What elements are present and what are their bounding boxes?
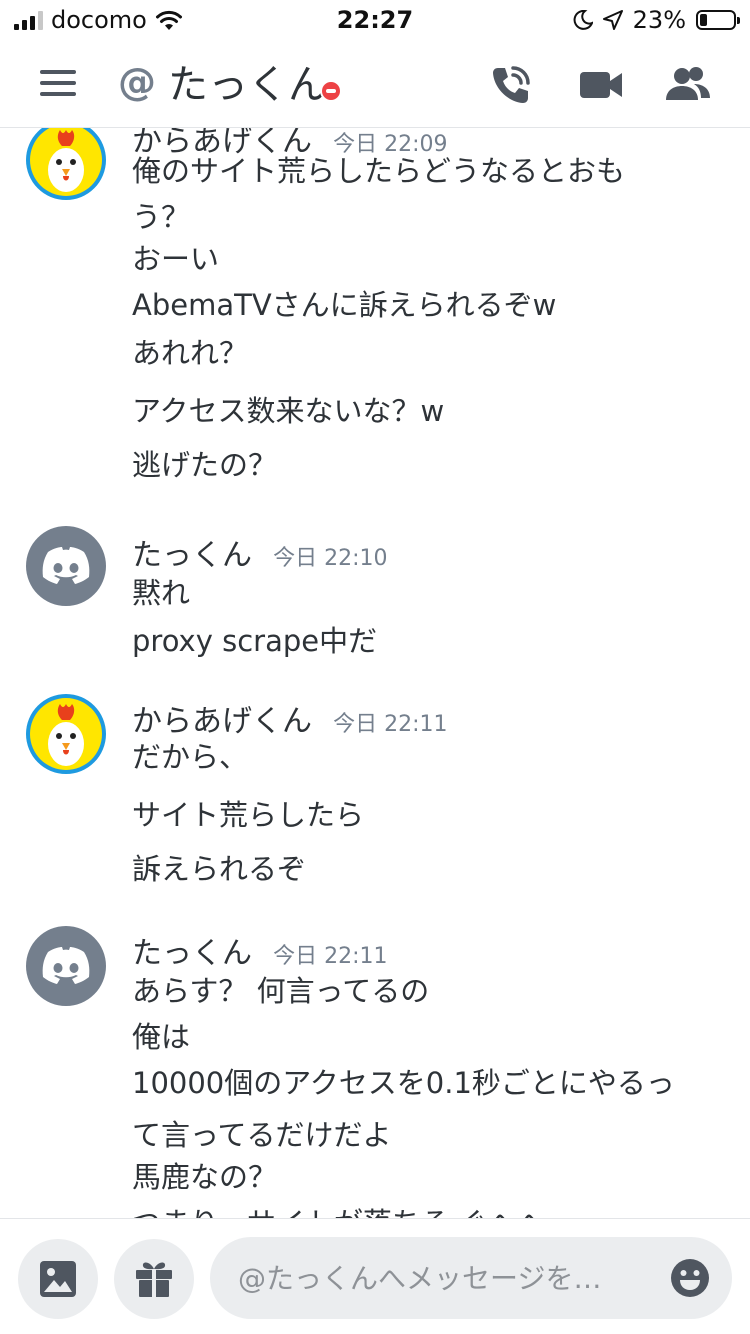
- at-icon: @: [118, 60, 156, 104]
- timestamp: 今日 22:11: [273, 944, 388, 969]
- message-text: だから、: [132, 740, 249, 774]
- moon-icon: [573, 10, 593, 30]
- channel-title: たっくん: [168, 62, 328, 108]
- message-list[interactable]: からあげくん 今日 22:09 俺のサイト荒らしたらどうなるとおも う？ おーい…: [0, 128, 750, 1218]
- status-bar: docomo 22:27 23%: [0, 0, 750, 40]
- message-text: う？: [132, 200, 191, 234]
- message-header: たっくん 今日 22:10: [132, 530, 388, 574]
- chick-avatar-icon: [30, 698, 102, 770]
- message-text: AbemaTVさんに訴えられるぞw: [132, 288, 557, 322]
- message-header: たっくん 今日 22:11: [132, 928, 388, 972]
- timestamp: 今日 22:11: [333, 712, 448, 737]
- emoji-icon[interactable]: [670, 1258, 710, 1298]
- chick-avatar-icon: [30, 128, 102, 196]
- message-text: 俺のサイト荒らしたらどうなるとおも: [132, 154, 626, 188]
- gift-icon: [136, 1262, 172, 1297]
- message-text: 逃げたの？: [132, 448, 278, 482]
- avatar[interactable]: [26, 926, 106, 1006]
- message-text: 10000個のアクセスを0.1秒ごとにやるっ: [132, 1066, 675, 1100]
- dnd-status-icon: [320, 80, 342, 102]
- message-text: 訴えられるぞ: [132, 852, 307, 886]
- message-text: 黙れ: [132, 576, 191, 610]
- message-text: おーい: [132, 242, 220, 276]
- author-name[interactable]: たっくん: [132, 538, 252, 573]
- avatar[interactable]: [26, 694, 106, 774]
- location-arrow-icon: [602, 10, 623, 30]
- message-text: つまり、サイトが落ちる ぐへへ: [132, 1200, 546, 1218]
- status-bar-right: 23%: [573, 6, 740, 34]
- hamburger-menu-icon[interactable]: [40, 70, 76, 96]
- author-name[interactable]: たっくん: [132, 936, 252, 971]
- image-icon: [40, 1261, 76, 1297]
- video-camera-icon[interactable]: [578, 62, 624, 108]
- image-upload-button[interactable]: [18, 1239, 98, 1319]
- members-icon[interactable]: [664, 62, 712, 108]
- discord-logo-icon: [42, 947, 90, 984]
- battery-icon: [696, 10, 740, 30]
- phone-call-icon[interactable]: [488, 62, 534, 108]
- message-text: 俺は: [132, 1020, 191, 1054]
- message-text: て言ってるだけだよ: [132, 1118, 392, 1152]
- timestamp: 今日 22:10: [273, 546, 388, 571]
- channel-header: @ たっくん: [0, 40, 750, 128]
- discord-logo-icon: [42, 547, 90, 584]
- message-text: アクセス数来ないな？w: [132, 394, 445, 428]
- message-text: 馬鹿なの？: [132, 1160, 278, 1194]
- message-composer: [0, 1218, 750, 1334]
- avatar[interactable]: [26, 128, 106, 200]
- avatar[interactable]: [26, 526, 106, 606]
- message-text: あれれ？: [132, 336, 249, 370]
- message-text: あらす？ 何言ってるの: [132, 974, 430, 1008]
- message-input[interactable]: [210, 1237, 732, 1319]
- battery-percent: 23%: [632, 6, 686, 34]
- gift-button[interactable]: [114, 1239, 194, 1319]
- message-text: サイト荒らしたら: [132, 798, 365, 832]
- message-text: proxy scrape中だ: [132, 624, 378, 658]
